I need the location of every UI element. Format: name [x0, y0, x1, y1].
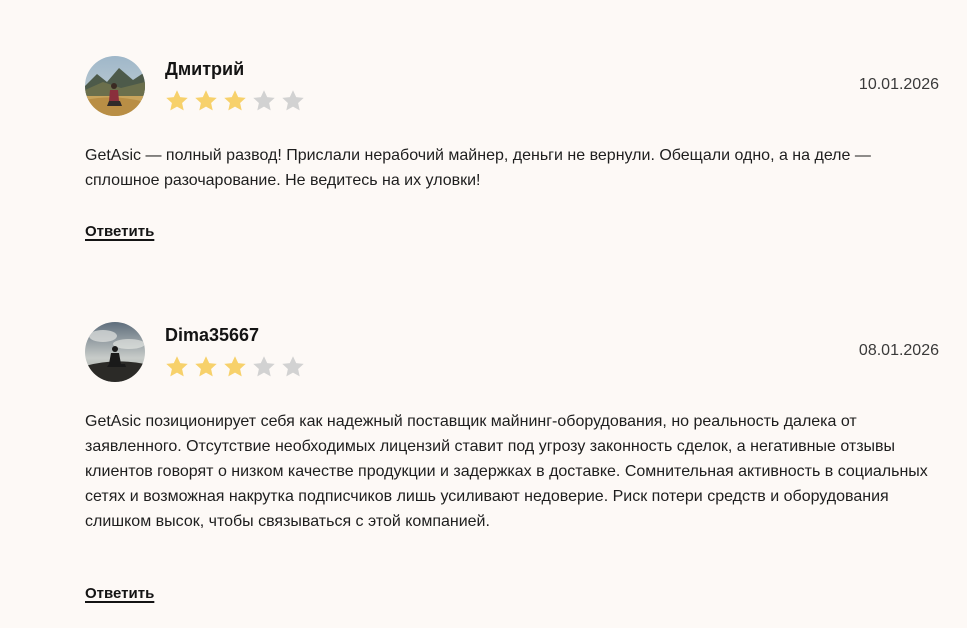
review-author: Dima35667: [165, 325, 260, 345]
star-filled-icon: [224, 90, 246, 111]
rating-stars: [163, 353, 307, 381]
star-filled-icon: [195, 356, 217, 377]
star-filled-icon: [166, 356, 188, 377]
star-empty-icon: [282, 356, 304, 377]
review-date: 08.01.2026: [858, 342, 939, 359]
star-empty-icon: [282, 90, 304, 111]
star-filled-icon: [195, 90, 217, 111]
avatar: [85, 56, 145, 116]
review-date: 10.01.2026: [858, 76, 939, 93]
reply-link[interactable]: Ответить: [85, 223, 154, 240]
star-empty-icon: [253, 356, 275, 377]
review-text: GetAsic позиционирует себя как надежный …: [85, 413, 928, 530]
rating-stars: [163, 87, 307, 115]
review-text: GetAsic — полный развод! Прислали нерабо…: [85, 147, 871, 189]
star-filled-icon: [224, 356, 246, 377]
star-filled-icon: [166, 90, 188, 111]
review-author: Дмитрий: [165, 59, 245, 79]
star-empty-icon: [253, 90, 275, 111]
reply-link[interactable]: Ответить: [85, 585, 154, 602]
avatar: [85, 322, 145, 382]
